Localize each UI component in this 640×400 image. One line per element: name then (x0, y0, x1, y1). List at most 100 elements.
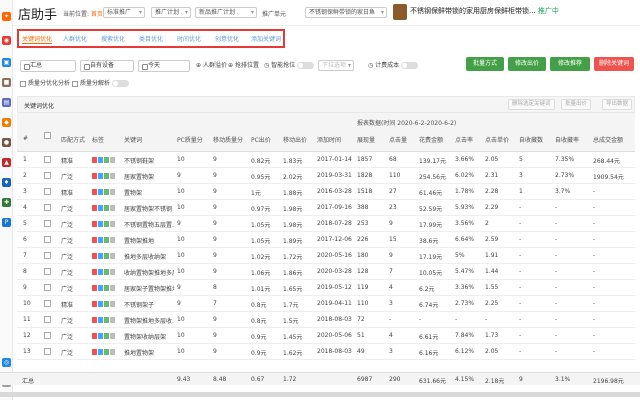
tag-swatch[interactable] (98, 188, 103, 195)
row-checkbox[interactable] (44, 204, 51, 211)
tag-swatch[interactable] (110, 268, 115, 275)
row-keyword[interactable]: 置物架收纳层架 (124, 332, 174, 341)
tag-swatch[interactable] (98, 316, 103, 323)
row-checkbox[interactable] (44, 188, 51, 195)
tag-swatch[interactable] (104, 204, 109, 211)
tag-swatch[interactable] (98, 172, 103, 179)
game-icon[interactable]: ▣ (2, 58, 11, 67)
tag-swatch[interactable] (104, 332, 109, 339)
row-tags[interactable] (92, 348, 116, 355)
row-keyword[interactable]: 居家置物架 (124, 172, 174, 181)
row-checkbox[interactable] (44, 348, 51, 355)
row-tags[interactable] (92, 236, 116, 243)
table-row[interactable]: 9 广泛 居家架子置物架推地 9 8 1.01元 1.65元 2019-05-12 119 4 6.… (17, 280, 635, 296)
row-tags[interactable] (92, 172, 116, 179)
tag-swatch[interactable] (98, 252, 103, 259)
tab-category-optimize[interactable]: 类目优化 (139, 34, 163, 43)
tag-swatch[interactable] (98, 268, 103, 275)
rank-position-button[interactable]: ⊕ 抢排位置 (228, 60, 259, 72)
row-keyword[interactable]: 居家架子置物架推地 (124, 284, 174, 293)
row-keyword[interactable]: 不锈钢鞋架 (124, 156, 174, 165)
quality-parse-checkbox[interactable] (72, 80, 78, 87)
row-checkbox[interactable] (44, 156, 51, 163)
table-row[interactable]: 6 广泛 置物架推地 10 9 1.05元 1.89元 2017-12-06 226 15 38.6… (17, 232, 635, 248)
tag-swatch[interactable] (104, 188, 109, 195)
tag-swatch[interactable] (110, 348, 115, 355)
row-tags[interactable] (92, 220, 116, 227)
row-keyword[interactable]: 推地置物架 (124, 348, 174, 357)
tag-swatch[interactable] (92, 348, 97, 355)
table-row[interactable]: 11 广泛 置物架推地多层收... 10 9 0.8元 1.5元 2018-08-03 72 - -… (17, 312, 635, 328)
row-tags[interactable] (92, 284, 116, 291)
row-keyword[interactable]: 不锈钢架子 (124, 300, 174, 309)
home-icon[interactable]: ✦ (2, 12, 11, 21)
cost-toggle[interactable]: ◷ 计费成本 (368, 60, 419, 72)
row-keyword[interactable]: 居家置物架不锈钢 (124, 204, 174, 213)
table-row[interactable]: 8 广泛 收纳置物架推地多层 10 9 1.06元 1.86元 2020-03-28 128 7 1… (17, 264, 635, 280)
tag-swatch[interactable] (110, 204, 115, 211)
crowd-premium-button[interactable]: ⊕ 人群溢价 (196, 60, 227, 72)
option-dropdown[interactable]: 下拉选项 (318, 60, 354, 71)
tag-swatch[interactable] (104, 220, 109, 227)
row-keyword[interactable]: 置物架 (124, 188, 174, 197)
modify-bid-button[interactable]: 修改出价 (508, 57, 546, 71)
quality-parse-switch[interactable] (112, 80, 130, 87)
tag-swatch[interactable] (98, 284, 103, 291)
plan-select[interactable]: 推广计划 (151, 7, 191, 18)
row-tags[interactable] (92, 268, 116, 275)
tag-swatch[interactable] (92, 220, 97, 227)
app-icon[interactable]: ■ (2, 78, 11, 87)
delete-keyword-button[interactable]: 删除关键词 (594, 57, 634, 71)
tag-swatch[interactable] (104, 348, 109, 355)
tag-swatch[interactable] (104, 156, 109, 163)
tag-swatch[interactable] (98, 204, 103, 211)
table-row[interactable]: 1 精准 不锈钢鞋架 10 9 0.82元 1.83元 2017-01-14 1857 68 139… (17, 152, 635, 168)
tag-swatch[interactable] (110, 156, 115, 163)
row-checkbox[interactable] (44, 316, 51, 323)
row-tags[interactable] (92, 252, 116, 259)
tag-swatch[interactable] (110, 332, 115, 339)
table-row[interactable]: 3 精准 置物架 10 9 1元 1.88元 2016-03-28 1518 27 61.46元 1.… (17, 184, 635, 200)
delete-selected-button[interactable]: 删除选定关键词 (508, 99, 555, 110)
row-checkbox[interactable] (44, 268, 51, 275)
date-select[interactable]: 今天 (138, 60, 190, 72)
promo-type-select[interactable]: 标准推广 (103, 7, 145, 18)
bag-icon[interactable]: ◆ (2, 118, 11, 127)
tag-swatch[interactable] (98, 220, 103, 227)
row-keyword[interactable]: 置物架推地多层收... (124, 316, 174, 325)
tag-swatch[interactable] (110, 236, 115, 243)
summary-select[interactable]: 汇总 (20, 60, 76, 72)
tag-swatch[interactable] (92, 268, 97, 275)
tag-swatch[interactable] (98, 156, 103, 163)
table-row[interactable]: 10 精准 不锈钢架子 9 7 0.8元 1.7元 2019-04-11 110 3 6.74元 2.… (17, 296, 635, 312)
tag-swatch[interactable] (98, 300, 103, 307)
row-keyword[interactable]: 置物架推地 (124, 236, 174, 245)
smart-rank-toggle[interactable]: ◷ 智能抢位 (264, 60, 315, 72)
row-tags[interactable] (92, 188, 116, 195)
tab-search-optimize[interactable]: 搜索优化 (101, 34, 125, 43)
tag-swatch[interactable] (92, 300, 97, 307)
breadcrumb-home[interactable]: 首页 (91, 11, 103, 18)
row-checkbox[interactable] (44, 172, 51, 179)
tag-swatch[interactable] (110, 172, 115, 179)
batch-method-button[interactable]: 批量方式 (466, 57, 504, 71)
tag-swatch[interactable] (92, 236, 97, 243)
tag-swatch[interactable] (104, 316, 109, 323)
tab-crowd-optimize[interactable]: 人群优化 (63, 34, 87, 43)
row-checkbox[interactable] (44, 236, 51, 243)
tag-swatch[interactable] (92, 284, 97, 291)
game3-icon[interactable]: ▲ (2, 158, 11, 167)
unit-select[interactable]: 不锈钢保鲜带锁的家日鱼 (305, 7, 387, 18)
tag-swatch[interactable] (92, 188, 97, 195)
tag-swatch[interactable] (92, 172, 97, 179)
globe-icon[interactable]: ◎ (2, 358, 11, 367)
plan-name-select[interactable]: 新品推广计划 (195, 7, 257, 18)
row-tags[interactable] (92, 156, 116, 163)
game4-icon[interactable]: ♦ (2, 178, 11, 187)
tag-swatch[interactable] (92, 204, 97, 211)
tag-swatch[interactable] (92, 156, 97, 163)
row-keyword[interactable]: 不锈钢置物五层置... (124, 220, 174, 229)
tag-swatch[interactable] (98, 348, 103, 355)
tag-swatch[interactable] (104, 284, 109, 291)
tab-add-keyword[interactable]: 添加关键词 (251, 34, 281, 43)
